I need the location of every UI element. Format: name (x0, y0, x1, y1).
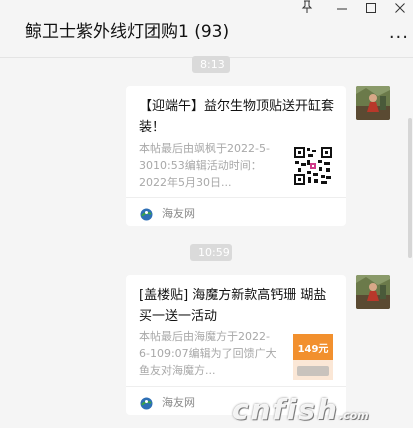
chat-header: 鲸卫士紫外线灯团购1 (93) ... (0, 0, 413, 58)
avatar[interactable] (356, 275, 390, 309)
chat-title: 鲸卫士紫外线灯团购1 (93) (25, 22, 230, 42)
card-footer: 海友网 (126, 197, 346, 226)
more-options-icon[interactable]: ... (389, 22, 409, 43)
scrollbar-thumb[interactable] (408, 118, 412, 258)
watermark-suffix: .com (338, 409, 369, 422)
pin-icon[interactable] (294, 0, 320, 20)
source-label: 海友网 (162, 396, 195, 409)
close-icon[interactable] (387, 0, 413, 20)
watermark-text: cnfish (232, 393, 339, 426)
message-timestamp: 8:13 (192, 56, 230, 73)
card-description: 本帖最后由海魔方于2022-6-109:07编辑为了回馈广大鱼友对海魔方... (139, 330, 277, 377)
card-description: 本帖最后由飒枫于2022-5-3010:53编辑活动时间：2022年5月30日.… (139, 142, 270, 189)
avatar[interactable] (356, 86, 390, 120)
product-thumbnail: 149元 (293, 334, 333, 380)
source-label: 海友网 (162, 207, 195, 220)
site-logo-icon (140, 206, 153, 221)
card-title: 【迎端午】益尔生物顶贴送开缸套装！ (139, 99, 335, 135)
minimize-icon[interactable] (329, 0, 355, 20)
link-card[interactable]: 【迎端午】益尔生物顶贴送开缸套装！ 本帖最后由飒枫于2022-5-3010:53… (126, 86, 346, 226)
site-logo-icon (140, 395, 153, 410)
maximize-icon[interactable] (358, 0, 384, 20)
qr-code-thumbnail (293, 146, 333, 186)
site-watermark: cnfish.com (232, 393, 369, 426)
message-timestamp: 10:59 (190, 244, 232, 261)
thumbnail-price: 149元 (297, 344, 329, 355)
scrollbar[interactable] (407, 58, 413, 428)
card-title: [盖楼贴] 海魔方新款高钙珊 瑚盐买一送一活动 (139, 288, 327, 324)
